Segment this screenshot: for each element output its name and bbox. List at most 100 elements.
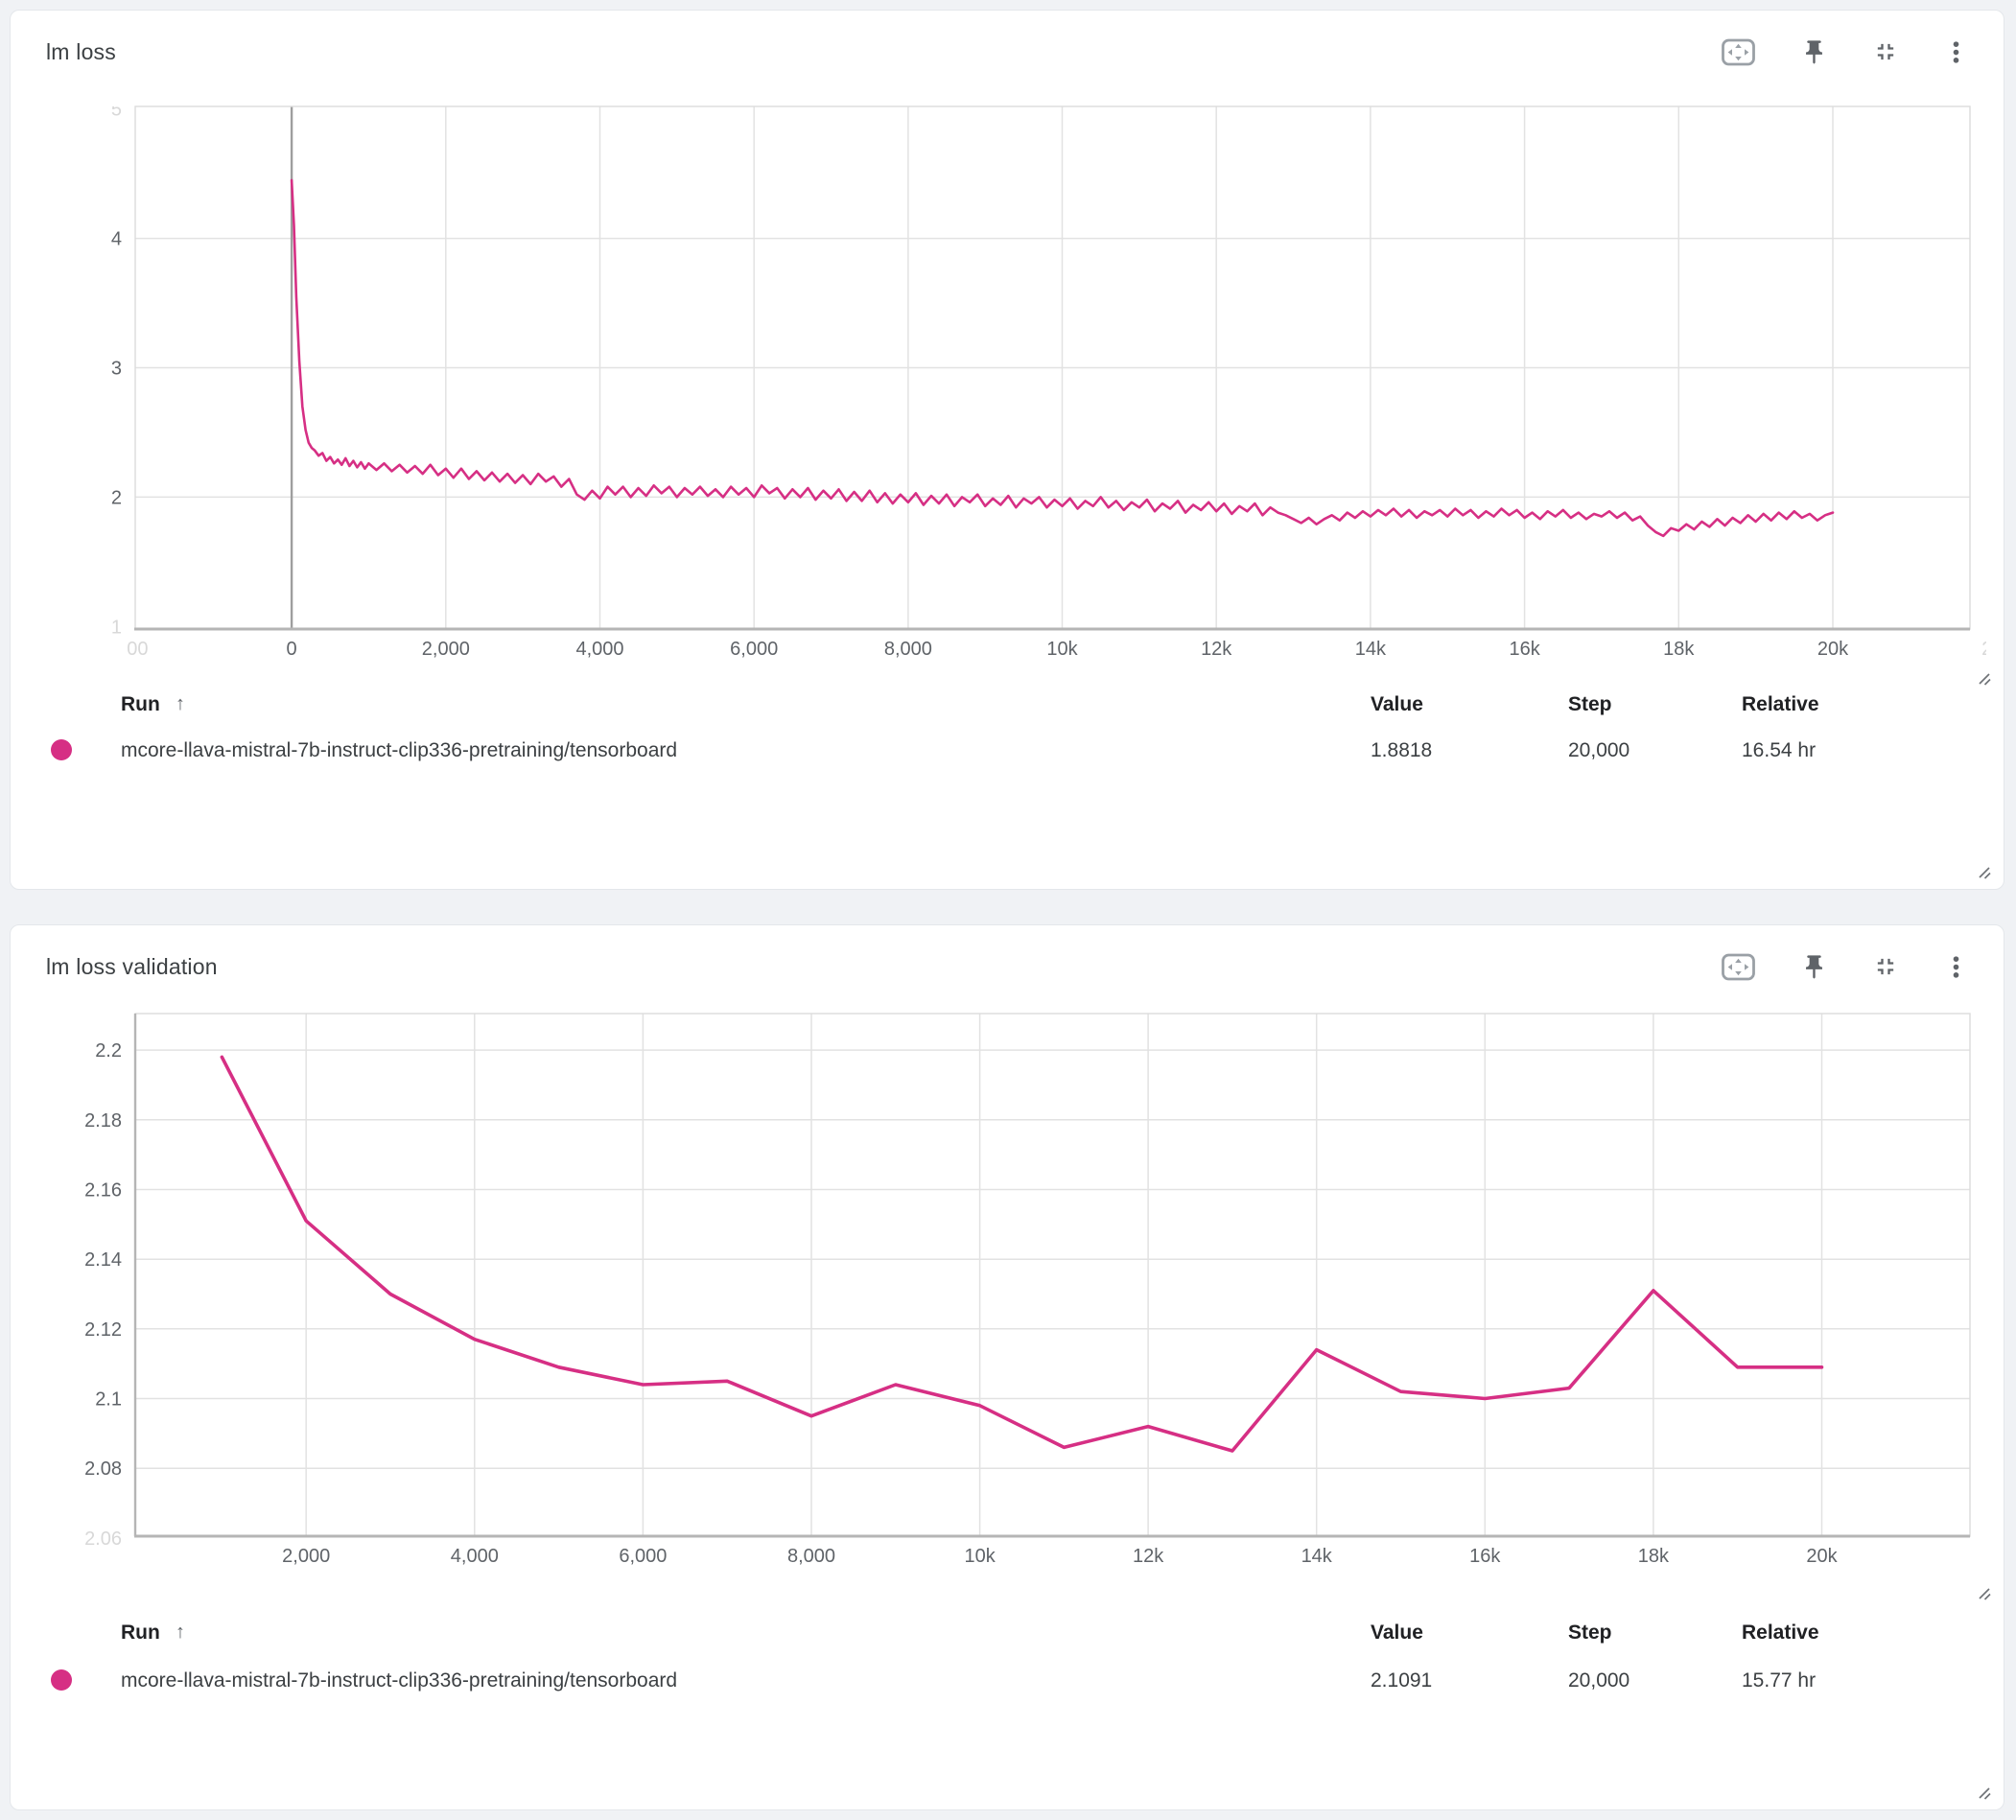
sort-ascending-icon[interactable]: ↑	[176, 1622, 185, 1644]
x-axis-tick-labels: 0002,0004,0006,0008,00010k12k14k16k18k20…	[127, 639, 1986, 659]
run-step: 20,000	[1568, 1669, 1629, 1692]
value-column-header[interactable]: Value	[1371, 693, 1423, 716]
run-table-header: Run ↑ Value Step Relative	[11, 689, 2004, 722]
pin-button[interactable]	[1800, 951, 1828, 982]
value-column-header[interactable]: Value	[1371, 1622, 1423, 1645]
y-tick-label: 5	[111, 100, 122, 121]
chart-resize-handle[interactable]	[1976, 670, 1992, 687]
chart-title: lm loss validation	[46, 954, 218, 980]
collapse-button[interactable]	[1872, 36, 1899, 67]
y-tick-label: 2.12	[84, 1319, 122, 1341]
collapse-icon	[1872, 38, 1899, 65]
run-table-header: Run ↑ Value Step Relative	[11, 1618, 2004, 1650]
run-color-marker	[51, 739, 72, 760]
line-chart-lm-loss-validation[interactable]: 2.2 2.18 2.16 2.14 2.12 2.1 2.08 2.06 2,000 4,000…	[30, 991, 1986, 1566]
resize-grip-icon	[1976, 670, 1992, 687]
y-tick-label: 1	[111, 617, 122, 638]
y-axis-tick-labels: 5 4 3 2 1	[111, 100, 122, 639]
x-tick-label: 10k	[1046, 639, 1078, 659]
more-options-button[interactable]	[1943, 951, 1969, 982]
x-tick-label: 12k	[1133, 1546, 1164, 1566]
more-options-icon	[1943, 954, 1969, 980]
resize-grip-icon	[1976, 1585, 1992, 1601]
metric-card-lm-loss: lm loss	[10, 10, 2004, 890]
fit-to-viewport-button[interactable]	[1721, 36, 1756, 67]
series-line	[222, 1057, 1821, 1451]
collapse-icon	[1872, 953, 1899, 980]
run-relative-time: 16.54 hr	[1742, 739, 1816, 762]
x-tick-label: 4,000	[575, 639, 623, 659]
y-tick-label: 2.1	[95, 1389, 122, 1411]
x-tick-label: 20k	[1817, 639, 1849, 659]
plot-border	[135, 1014, 1970, 1536]
y-tick-label: 2.18	[84, 1110, 122, 1132]
x-tick-label: 2,000	[422, 639, 470, 659]
y-tick-label: 2.06	[84, 1528, 122, 1550]
metric-card-lm-loss-validation: lm loss validation	[10, 924, 2004, 1810]
resize-grip-icon	[1976, 1785, 1992, 1801]
run-value: 2.1091	[1371, 1669, 1432, 1692]
y-tick-label: 2.2	[95, 1040, 122, 1062]
x-tick-label: 18k	[1638, 1546, 1670, 1566]
chart-resize-handle[interactable]	[1976, 1585, 1992, 1601]
x-tick-label: 14k	[1355, 639, 1387, 659]
run-table-row[interactable]: mcore-llava-mistral-7b-instruct-clip336-…	[11, 1666, 2004, 1698]
step-column-header[interactable]: Step	[1568, 1622, 1612, 1645]
sort-ascending-icon[interactable]: ↑	[176, 693, 185, 715]
x-tick-label: 6,000	[619, 1546, 667, 1566]
line-chart-lm-loss[interactable]: 543210002,0004,0006,0008,00010k12k14k16k…	[30, 83, 1986, 659]
x-tick-label: 20k	[1806, 1546, 1838, 1566]
relative-column-header[interactable]: Relative	[1742, 693, 1819, 716]
more-options-button[interactable]	[1943, 36, 1969, 67]
x-tick-label: 14k	[1301, 1546, 1333, 1566]
x-tick-label: 00	[127, 639, 148, 659]
run-column-header[interactable]: Run	[121, 1622, 160, 1645]
card-resize-handle[interactable]	[1976, 864, 1992, 880]
x-axis-tick-labels: 2,000 4,000 6,000 8,000 10k 12k 14k 16k 18k 20k	[282, 1546, 1838, 1566]
run-table-row[interactable]: mcore-llava-mistral-7b-instruct-clip336-…	[11, 735, 2004, 768]
chart-title: lm loss	[46, 39, 116, 65]
more-options-icon	[1943, 39, 1969, 65]
run-value: 1.8818	[1371, 739, 1432, 762]
step-column-header[interactable]: Step	[1568, 693, 1612, 716]
x-tick-label: 12k	[1201, 639, 1232, 659]
x-tick-label: 16k	[1469, 1546, 1501, 1566]
x-tick-label: 2,000	[282, 1546, 330, 1566]
run-column-header[interactable]: Run	[121, 693, 160, 716]
resize-grip-icon	[1976, 864, 1992, 880]
run-step: 20,000	[1568, 739, 1629, 762]
card-header: lm loss validation	[46, 948, 1969, 985]
y-tick-label: 2.14	[84, 1249, 122, 1271]
run-color-marker	[51, 1669, 72, 1691]
pin-button[interactable]	[1800, 36, 1828, 67]
x-tick-label: 2	[1981, 639, 1986, 659]
x-tick-label: 0	[287, 639, 297, 659]
x-tick-label: 8,000	[787, 1546, 835, 1566]
y-tick-label: 2	[111, 487, 122, 508]
y-tick-label: 2.16	[84, 1180, 122, 1202]
x-tick-label: 10k	[964, 1546, 996, 1566]
card-header: lm loss	[46, 34, 1969, 70]
fit-to-viewport-icon	[1721, 37, 1756, 67]
x-tick-label: 16k	[1509, 639, 1540, 659]
pin-icon	[1800, 38, 1828, 66]
card-toolbar	[1721, 951, 1969, 982]
run-name: mcore-llava-mistral-7b-instruct-clip336-…	[121, 739, 677, 762]
collapse-button[interactable]	[1872, 951, 1899, 982]
run-name: mcore-llava-mistral-7b-instruct-clip336-…	[121, 1669, 677, 1692]
card-resize-handle[interactable]	[1976, 1785, 1992, 1801]
y-axis-tick-labels: 2.2 2.18 2.16 2.14 2.12 2.1 2.08 2.06	[84, 1040, 122, 1550]
fit-to-viewport-icon	[1721, 952, 1756, 982]
y-tick-label: 3	[111, 359, 122, 380]
x-tick-label: 18k	[1663, 639, 1695, 659]
run-relative-time: 15.77 hr	[1742, 1669, 1816, 1692]
card-toolbar	[1721, 36, 1969, 67]
y-tick-label: 2.08	[84, 1458, 122, 1480]
x-tick-label: 6,000	[730, 639, 778, 659]
x-tick-label: 4,000	[451, 1546, 499, 1566]
x-tick-label: 8,000	[884, 639, 932, 659]
fit-to-viewport-button[interactable]	[1721, 951, 1756, 982]
relative-column-header[interactable]: Relative	[1742, 1622, 1819, 1645]
y-tick-label: 4	[111, 229, 122, 250]
pin-icon	[1800, 953, 1828, 981]
